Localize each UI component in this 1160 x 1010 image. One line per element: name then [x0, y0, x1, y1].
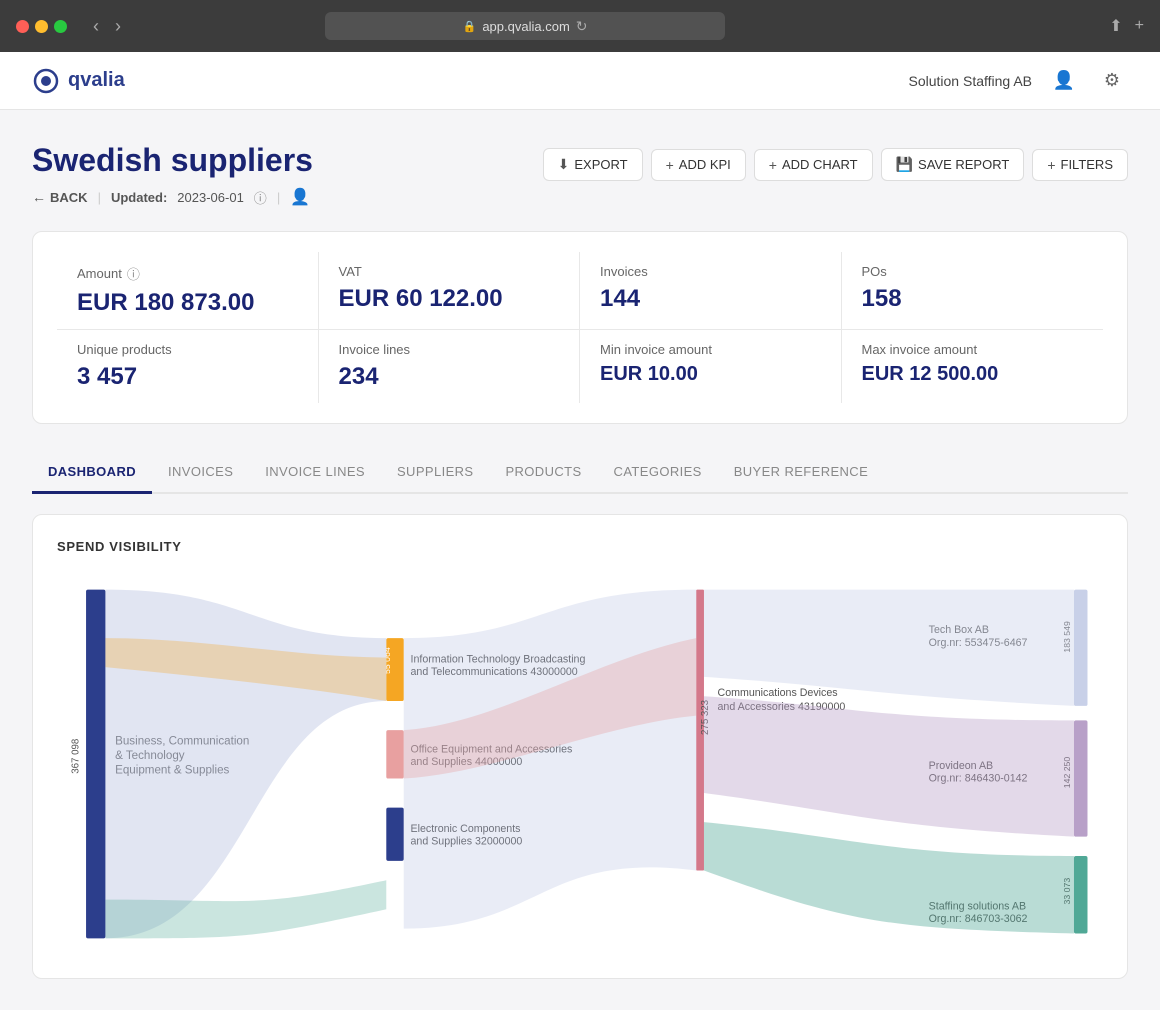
- svg-text:Communications Devices: Communications Devices: [718, 687, 838, 699]
- kpi-card-min-invoice: Min invoice amount EUR 10.00: [580, 329, 842, 403]
- main-content: Swedish suppliers ← BACK | Updated: 2023…: [0, 110, 1160, 979]
- kpi-card-max-invoice: Max invoice amount EUR 12 500.00: [842, 329, 1104, 403]
- company-name: Solution Staffing AB: [909, 73, 1033, 89]
- save-report-label: SAVE REPORT: [918, 157, 1009, 172]
- url-text: app.qvalia.com: [482, 19, 569, 34]
- browser-chrome: ‹ › 🔒 app.qvalia.com ↻ ⬆ +: [0, 0, 1160, 52]
- user-small-icon[interactable]: 👤: [290, 187, 310, 207]
- filters-label: FILTERS: [1061, 157, 1114, 172]
- top-nav: qvalia Solution Staffing AB 👤 ⚙: [0, 52, 1160, 110]
- kpi-value-max-invoice: EUR 12 500.00: [862, 363, 1084, 386]
- kpi-label-invoices: Invoices: [600, 264, 821, 279]
- updated-label: Updated:: [111, 190, 167, 205]
- settings-button[interactable]: ⚙: [1096, 65, 1128, 97]
- kpi-section: Amount ⓘ EUR 180 873.00 VAT EUR 60 122.0…: [32, 231, 1128, 424]
- forward-nav-button[interactable]: ›: [109, 14, 127, 39]
- chart-title: SPEND VISIBILITY: [57, 539, 1103, 554]
- add-kpi-button[interactable]: + ADD KPI: [651, 149, 746, 181]
- tabs-bar: DASHBOARD INVOICES INVOICE LINES SUPPLIE…: [32, 452, 1128, 494]
- export-button[interactable]: ⬇ EXPORT: [543, 148, 643, 181]
- tab-products[interactable]: PRODUCTS: [489, 452, 597, 494]
- app-container: qvalia Solution Staffing AB 👤 ⚙ Swedish …: [0, 52, 1160, 1010]
- gear-icon: ⚙: [1104, 70, 1120, 91]
- kpi-label-invoice-lines: Invoice lines: [339, 342, 560, 357]
- kpi-value-unique-products: 3 457: [77, 363, 298, 391]
- back-link[interactable]: ← BACK: [32, 189, 88, 205]
- sankey-chart: Business, Communication & Technology Equ…: [57, 574, 1103, 954]
- export-label: EXPORT: [574, 157, 627, 172]
- filters-button[interactable]: + FILTERS: [1032, 149, 1128, 181]
- kpi-card-invoices: Invoices 144: [580, 252, 842, 329]
- back-arrow-icon: ←: [32, 189, 46, 205]
- kpi-card-amount: Amount ⓘ EUR 180 873.00: [57, 252, 319, 329]
- back-nav-button[interactable]: ‹: [87, 14, 105, 39]
- logo-text: qvalia: [68, 69, 125, 92]
- page-title-area: Swedish suppliers ← BACK | Updated: 2023…: [32, 142, 313, 207]
- separator2: |: [277, 190, 280, 205]
- tab-categories[interactable]: CATEGORIES: [598, 452, 718, 494]
- svg-text:367 098: 367 098: [70, 739, 81, 774]
- export-icon: ⬇: [558, 156, 570, 173]
- tab-buyer-reference[interactable]: BUYER REFERENCE: [718, 452, 884, 494]
- page-header: Swedish suppliers ← BACK | Updated: 2023…: [32, 142, 1128, 207]
- add-chart-label: ADD CHART: [782, 157, 858, 172]
- updated-date: 2023-06-01: [177, 190, 244, 205]
- page-title: Swedish suppliers: [32, 142, 313, 179]
- page-meta: ← BACK | Updated: 2023-06-01 ⓘ | 👤: [32, 187, 313, 207]
- plus-icon-kpi: +: [666, 157, 674, 173]
- reload-button[interactable]: ↻: [576, 18, 588, 35]
- add-kpi-label: ADD KPI: [679, 157, 731, 172]
- save-icon: 💾: [896, 156, 913, 173]
- kpi-label-pos: POs: [862, 264, 1084, 279]
- plus-icon-chart: +: [769, 157, 777, 173]
- nav-arrows: ‹ ›: [87, 14, 127, 39]
- new-tab-button[interactable]: +: [1135, 16, 1144, 36]
- chart-section: SPEND VISIBILITY Business, Communication…: [32, 514, 1128, 979]
- kpi-value-vat: EUR 60 122.00: [339, 285, 560, 313]
- user-icon: 👤: [1053, 70, 1075, 91]
- kpi-label-unique-products: Unique products: [77, 342, 298, 357]
- kpi-value-min-invoice: EUR 10.00: [600, 363, 821, 386]
- kpi-value-invoice-lines: 234: [339, 363, 560, 391]
- kpi-info-icon[interactable]: ⓘ: [127, 264, 140, 283]
- share-button[interactable]: ⬆: [1109, 16, 1122, 36]
- kpi-card-invoice-lines: Invoice lines 234: [319, 329, 581, 403]
- save-report-button[interactable]: 💾 SAVE REPORT: [881, 148, 1025, 181]
- kpi-label-vat: VAT: [339, 264, 560, 279]
- back-label: BACK: [50, 190, 88, 205]
- kpi-label-min-invoice: Min invoice amount: [600, 342, 821, 357]
- kpi-card-pos: POs 158: [842, 252, 1104, 329]
- browser-actions: ⬆ +: [1109, 16, 1144, 36]
- add-chart-button[interactable]: + ADD CHART: [754, 149, 873, 181]
- kpi-card-vat: VAT EUR 60 122.00: [319, 252, 581, 329]
- separator: |: [98, 190, 101, 205]
- kpi-card-unique-products: Unique products 3 457: [57, 329, 319, 403]
- logo[interactable]: qvalia: [32, 67, 125, 95]
- tab-invoices[interactable]: INVOICES: [152, 452, 249, 494]
- kpi-value-invoices: 144: [600, 285, 821, 313]
- maximize-button[interactable]: [54, 20, 67, 33]
- tab-dashboard[interactable]: DASHBOARD: [32, 452, 152, 494]
- close-button[interactable]: [16, 20, 29, 33]
- address-bar[interactable]: 🔒 app.qvalia.com ↻: [325, 12, 725, 40]
- minimize-button[interactable]: [35, 20, 48, 33]
- nav-right: Solution Staffing AB 👤 ⚙: [909, 65, 1129, 97]
- kpi-value-pos: 158: [862, 285, 1084, 313]
- kpi-label-amount: Amount ⓘ: [77, 264, 298, 283]
- filters-icon: +: [1047, 157, 1055, 173]
- toolbar-buttons: ⬇ EXPORT + ADD KPI + ADD CHART 💾 SAVE RE…: [543, 148, 1128, 181]
- kpi-value-amount: EUR 180 873.00: [77, 289, 298, 317]
- traffic-lights: [16, 20, 67, 33]
- logo-icon: [32, 67, 60, 95]
- user-profile-button[interactable]: 👤: [1048, 65, 1080, 97]
- info-icon[interactable]: ⓘ: [254, 188, 267, 207]
- lock-icon: 🔒: [463, 20, 477, 33]
- sankey-container: Business, Communication & Technology Equ…: [57, 574, 1103, 954]
- kpi-label-max-invoice: Max invoice amount: [862, 342, 1084, 357]
- tab-invoice-lines[interactable]: INVOICE LINES: [249, 452, 381, 494]
- tab-suppliers[interactable]: SUPPLIERS: [381, 452, 489, 494]
